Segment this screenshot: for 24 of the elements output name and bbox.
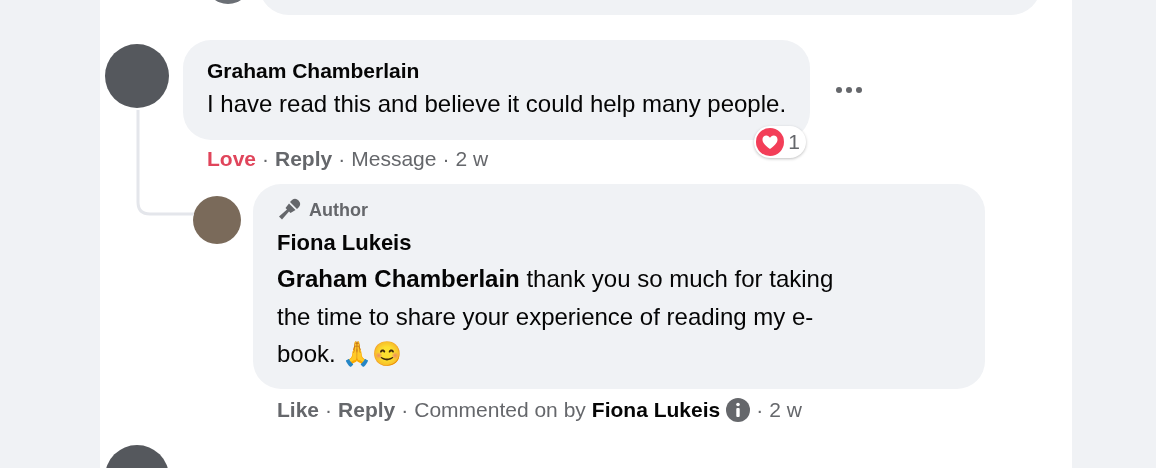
separator-dot: · [325,396,333,423]
comment-meta: Message [351,146,437,172]
reaction-link[interactable]: Love [207,146,256,172]
comment-meta: Commented on by [414,396,586,423]
separator-dot: · [262,146,269,172]
separator-dot: · [401,396,409,423]
comment-meta: 2 w [455,146,489,172]
reply-link[interactable]: Reply [275,146,333,172]
info-icon[interactable] [726,397,751,422]
reply-text: Graham Chamberlain thank you so much for taking the time to share your experience of reading my e-book. 🙏😊 [277,264,835,369]
author-link[interactable]: Fiona Lukeis [591,394,721,425]
author-label: Author [309,199,368,221]
comment-author[interactable]: Graham Chamberlain [207,56,787,86]
reaction-count-badge[interactable]: 1 [754,126,807,158]
separator-dot: · [756,396,764,423]
comment-meta: 2 w [769,396,802,423]
separator-dot: · [442,146,450,172]
microphone-icon [277,198,301,222]
reply-author[interactable]: Fiona Lukeis [277,226,961,260]
avatar-placeholder [193,196,241,244]
comment-text: I have read this and believe it could help many people. [207,89,787,119]
reaction-link[interactable]: Like [277,396,320,423]
reply-link[interactable]: Reply [338,396,396,423]
separator-dot: · [338,146,346,172]
